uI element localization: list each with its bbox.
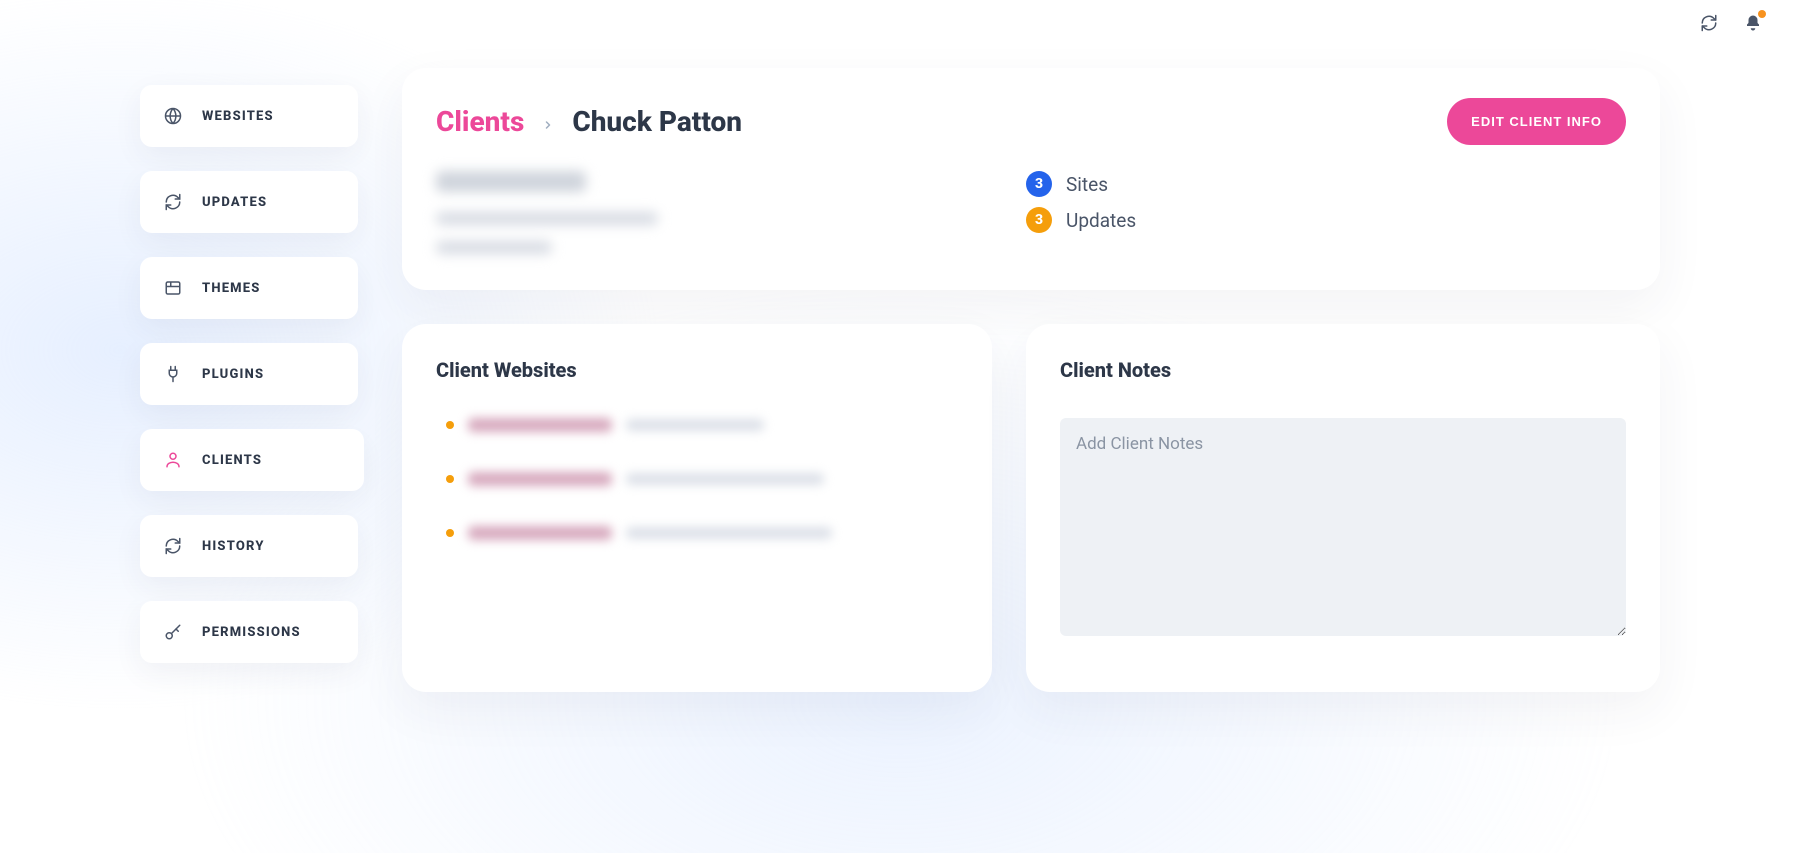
status-dot-icon bbox=[446, 529, 454, 537]
sidebar-item-label: PLUGINS bbox=[202, 367, 264, 382]
sidebar-item-label: CLIENTS bbox=[202, 453, 262, 468]
globe-icon bbox=[164, 107, 182, 125]
refresh-icon bbox=[164, 537, 182, 555]
sites-count-badge: 3 bbox=[1026, 171, 1052, 197]
panel-title: Client Notes bbox=[1060, 358, 1626, 382]
sidebar-item-label: WEBSITES bbox=[202, 109, 274, 124]
status-dot-icon bbox=[446, 421, 454, 429]
client-details-redacted bbox=[436, 171, 1026, 254]
stat-label: Updates bbox=[1066, 209, 1136, 232]
plug-icon bbox=[164, 365, 182, 383]
site-url-redacted bbox=[626, 527, 832, 539]
sidebar-item-clients[interactable]: CLIENTS bbox=[140, 429, 364, 491]
panel-title: Client Websites bbox=[436, 358, 958, 382]
site-url-redacted bbox=[626, 419, 764, 431]
sidebar-item-themes[interactable]: THEMES bbox=[140, 257, 358, 319]
sidebar: WEBSITES UPDATES THEMES PLUGINS CLIENTS … bbox=[140, 10, 358, 663]
site-name-redacted bbox=[468, 418, 612, 432]
updates-count-badge: 3 bbox=[1026, 207, 1052, 233]
site-name-redacted bbox=[468, 526, 612, 540]
sidebar-item-label: UPDATES bbox=[202, 195, 267, 210]
list-item[interactable] bbox=[446, 526, 958, 540]
panel-icon bbox=[164, 279, 182, 297]
client-notes-input[interactable] bbox=[1060, 418, 1626, 636]
stat-sites: 3 Sites bbox=[1026, 171, 1626, 197]
bell-icon[interactable] bbox=[1744, 14, 1762, 36]
sidebar-item-websites[interactable]: WEBSITES bbox=[140, 85, 358, 147]
stat-updates: 3 Updates bbox=[1026, 207, 1626, 233]
sidebar-item-plugins[interactable]: PLUGINS bbox=[140, 343, 358, 405]
sidebar-item-history[interactable]: HISTORY bbox=[140, 515, 358, 577]
main-content: Clients Chuck Patton EDIT CLIENT INFO 3 bbox=[402, 10, 1660, 692]
notification-dot bbox=[1758, 10, 1766, 18]
client-notes-panel: Client Notes bbox=[1026, 324, 1660, 692]
chevron-right-icon bbox=[542, 105, 554, 138]
breadcrumb-current: Chuck Patton bbox=[572, 105, 742, 138]
sidebar-item-label: THEMES bbox=[202, 281, 261, 296]
user-icon bbox=[164, 451, 182, 469]
refresh-icon bbox=[164, 193, 182, 211]
breadcrumb-root[interactable]: Clients bbox=[436, 105, 524, 138]
site-url-redacted bbox=[626, 473, 824, 485]
sidebar-item-label: PERMISSIONS bbox=[202, 625, 301, 640]
breadcrumb: Clients Chuck Patton bbox=[436, 105, 742, 138]
refresh-icon[interactable] bbox=[1700, 14, 1718, 36]
stat-label: Sites bbox=[1066, 173, 1108, 196]
list-item[interactable] bbox=[446, 472, 958, 486]
key-icon bbox=[164, 623, 182, 641]
list-item[interactable] bbox=[446, 418, 958, 432]
client-websites-panel: Client Websites bbox=[402, 324, 992, 692]
sidebar-item-label: HISTORY bbox=[202, 539, 265, 554]
status-dot-icon bbox=[446, 475, 454, 483]
sidebar-item-updates[interactable]: UPDATES bbox=[140, 171, 358, 233]
client-header-card: Clients Chuck Patton EDIT CLIENT INFO 3 bbox=[402, 68, 1660, 290]
sidebar-item-permissions[interactable]: PERMISSIONS bbox=[140, 601, 358, 663]
edit-client-button[interactable]: EDIT CLIENT INFO bbox=[1447, 98, 1626, 145]
site-name-redacted bbox=[468, 472, 612, 486]
